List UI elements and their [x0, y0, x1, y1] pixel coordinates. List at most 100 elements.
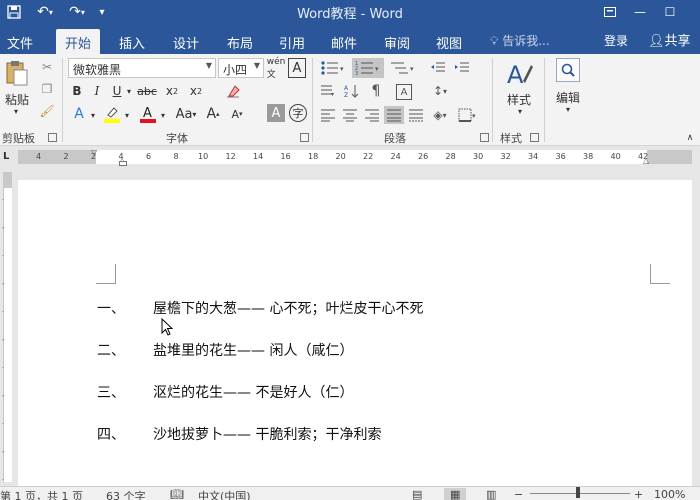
- paragraph-launcher-icon[interactable]: [480, 133, 489, 142]
- zoom-slider[interactable]: [530, 493, 630, 494]
- tab-design[interactable]: 设计: [164, 29, 208, 54]
- font-launcher-icon[interactable]: [300, 133, 309, 142]
- maximize-icon[interactable]: ☐: [655, 0, 685, 24]
- superscript-icon[interactable]: x2: [186, 82, 206, 100]
- language-indicator[interactable]: 中文(中国): [198, 488, 251, 500]
- editing-dropdown-icon[interactable]: ▾: [560, 104, 576, 114]
- align-left-icon[interactable]: [318, 106, 338, 124]
- enclose-char-icon[interactable]: 字: [289, 104, 307, 122]
- styles-dropdown-icon[interactable]: ▾: [512, 106, 528, 116]
- zoom-in-icon[interactable]: +: [634, 488, 643, 500]
- ruler-tick: 28: [445, 152, 456, 161]
- ribbon-display-icon[interactable]: [595, 0, 625, 24]
- page-count[interactable]: 第 1 页，共 1 页: [0, 488, 83, 500]
- font-size-combo[interactable]: 小四 ▼: [218, 58, 264, 78]
- tab-layout[interactable]: 布局: [218, 29, 262, 54]
- group-clipboard-label: 剪贴板: [2, 132, 35, 145]
- tab-home[interactable]: 开始: [56, 29, 100, 54]
- ruler-tick: 2: [63, 152, 69, 161]
- vertical-ruler[interactable]: · - · - · - · - · - ·: [0, 168, 14, 486]
- minimize-icon[interactable]: —: [625, 0, 655, 24]
- subscript-icon[interactable]: x2: [162, 82, 182, 100]
- line-spacing-icon[interactable]: ↕ ▾: [428, 82, 452, 100]
- styles-launcher-icon[interactable]: [530, 133, 539, 142]
- tab-review[interactable]: 审阅: [376, 29, 418, 54]
- list-item[interactable]: 一、 屋檐下的大葱—— 心不死；叶烂皮干心不死: [18, 298, 692, 318]
- highlight-icon[interactable]: [102, 104, 122, 124]
- justify-icon[interactable]: [384, 106, 404, 124]
- tell-me-box[interactable]: 💡︎ 告诉我...: [490, 32, 550, 49]
- increase-indent-icon[interactable]: [452, 58, 472, 78]
- phonetic-guide-icon[interactable]: wén 文: [267, 57, 286, 80]
- paragraph-mark-icon[interactable]: ¶: [366, 82, 386, 100]
- strikethrough-icon[interactable]: abc: [136, 82, 158, 100]
- bullets-icon[interactable]: ▾: [318, 58, 348, 78]
- find-icon[interactable]: [556, 58, 580, 82]
- tab-view[interactable]: 视图: [428, 29, 470, 54]
- list-item[interactable]: 二、 盐堆里的花生—— 闲人（咸仁）: [18, 340, 692, 360]
- read-mode-icon[interactable]: ▤: [412, 488, 422, 500]
- sort-icon[interactable]: AZ: [342, 82, 362, 100]
- svg-text:▾: ▾: [375, 65, 379, 73]
- underline-dropdown-icon[interactable]: ▾: [124, 82, 134, 100]
- text-effects-dropdown-icon[interactable]: ▾: [88, 106, 98, 124]
- multilevel-list-icon[interactable]: ▾: [388, 58, 418, 78]
- left-indent-marker[interactable]: [119, 161, 127, 166]
- list-item[interactable]: 四、 沙地拔萝卜—— 干脆利索；干净利索: [18, 424, 692, 444]
- web-layout-icon[interactable]: ▥: [486, 488, 496, 500]
- tab-mailings[interactable]: 邮件: [324, 29, 364, 54]
- share-button[interactable]: 👤︎共享: [648, 30, 691, 49]
- login-link[interactable]: 登录: [604, 32, 628, 49]
- ruler-tick: 30: [473, 152, 484, 161]
- borders-icon[interactable]: ▾: [456, 106, 480, 124]
- cut-icon[interactable]: ✂: [38, 58, 56, 76]
- tab-file[interactable]: 文件: [0, 29, 40, 54]
- document-page[interactable]: 一、 屋檐下的大葱—— 心不死；叶烂皮干心不死 二、 盐堆里的花生—— 闲人（咸…: [18, 180, 692, 500]
- zoom-level[interactable]: 100%: [654, 488, 685, 500]
- styles-button[interactable]: 样式: [500, 92, 538, 107]
- styles-icon[interactable]: A: [504, 58, 534, 90]
- char-border-icon[interactable]: A: [288, 58, 306, 78]
- right-indent-marker[interactable]: △: [643, 156, 649, 165]
- distributed-icon[interactable]: [406, 106, 426, 124]
- font-color-icon[interactable]: A: [138, 104, 158, 124]
- highlight-dropdown-icon[interactable]: ▾: [122, 106, 132, 124]
- clipboard-launcher-icon[interactable]: [48, 133, 57, 142]
- char-shading-icon[interactable]: A: [267, 104, 285, 122]
- chinese-layout-icon[interactable]: ▾: [318, 82, 338, 100]
- tab-insert[interactable]: 插入: [110, 29, 154, 54]
- horizontal-ruler[interactable]: L 4 2 2 4 6 8 10 12 14 16 18 20 22 24 26 28 30 32 34 36 38 40…: [0, 148, 700, 166]
- change-case-icon[interactable]: Aa ▾: [172, 104, 200, 124]
- zoom-slider-thumb[interactable]: [576, 487, 580, 498]
- bold-icon[interactable]: B: [68, 82, 86, 100]
- margin-marker: [650, 264, 670, 284]
- tab-selector-icon[interactable]: L: [3, 151, 9, 162]
- proofing-icon[interactable]: 📖︎: [170, 488, 184, 500]
- list-item[interactable]: 三、 沤烂的花生—— 不是好人（仁）: [18, 382, 692, 402]
- first-indent-marker[interactable]: ▽: [91, 148, 97, 157]
- shrink-font-icon[interactable]: A ▾: [228, 104, 246, 124]
- word-count[interactable]: 63 个字: [106, 488, 146, 500]
- text-effects-icon[interactable]: A: [68, 104, 90, 124]
- format-painter-icon[interactable]: 🖌︎: [38, 102, 56, 120]
- numbering-icon[interactable]: 1 2 3 ▾: [352, 58, 384, 78]
- italic-icon[interactable]: I: [88, 82, 106, 100]
- decrease-indent-icon[interactable]: [428, 58, 448, 78]
- zoom-out-icon[interactable]: −: [514, 488, 523, 500]
- tab-references[interactable]: 引用: [272, 29, 312, 54]
- clear-formatting-icon[interactable]: [222, 82, 244, 100]
- editing-button[interactable]: 编辑: [548, 90, 588, 105]
- font-name-combo[interactable]: 微软雅黑 ▼: [68, 58, 216, 78]
- paste-icon[interactable]: [4, 58, 30, 88]
- paste-button[interactable]: 粘贴: [2, 92, 32, 107]
- grow-font-icon[interactable]: A ▴: [204, 104, 222, 124]
- collapse-ribbon-icon[interactable]: ∧: [684, 132, 696, 144]
- copy-icon[interactable]: ❐: [38, 80, 56, 98]
- align-center-icon[interactable]: [340, 106, 360, 124]
- font-color-dropdown-icon[interactable]: ▾: [158, 106, 168, 124]
- print-layout-icon[interactable]: ▦: [444, 488, 467, 500]
- align-right-icon[interactable]: [362, 106, 382, 124]
- asian-typography-icon[interactable]: A: [396, 84, 412, 100]
- paste-dropdown-icon[interactable]: ▾: [8, 106, 24, 116]
- shading-icon[interactable]: ◈ ▾: [428, 106, 452, 124]
